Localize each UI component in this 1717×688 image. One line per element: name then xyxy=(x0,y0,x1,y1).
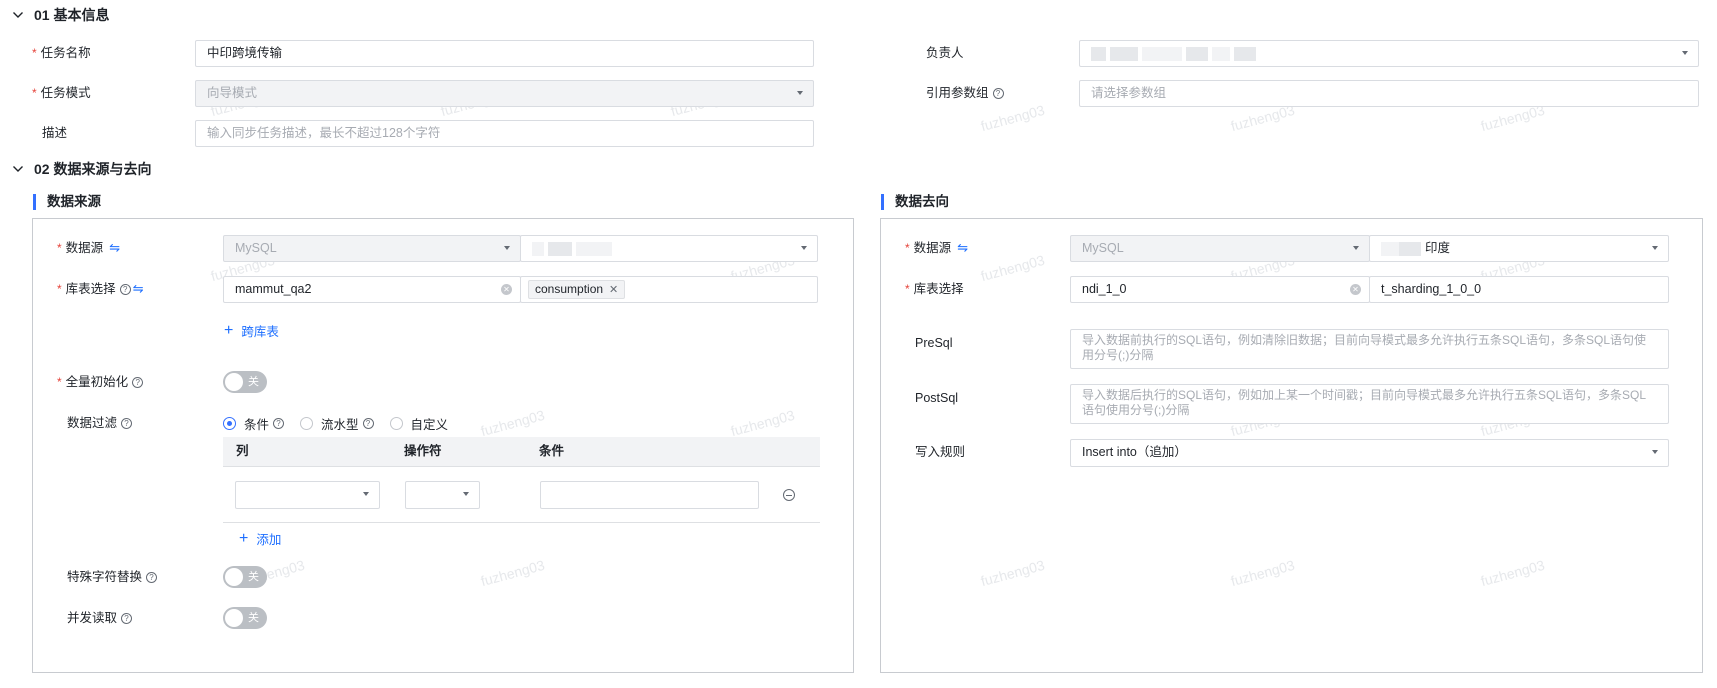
chevron-down-icon xyxy=(1652,450,1658,454)
help-icon[interactable]: ? xyxy=(362,417,374,429)
source-table-select[interactable]: consumption ✕ xyxy=(520,276,818,303)
column-header: 操作符 xyxy=(404,444,442,458)
section-title: 01 基本信息 xyxy=(34,7,110,23)
chevron-down-icon[interactable] xyxy=(12,9,24,21)
postsql-label: PostSql xyxy=(915,391,959,405)
filter-table-divider xyxy=(223,522,820,523)
dest-table-select[interactable]: t_sharding_1_0_0 xyxy=(1369,276,1669,303)
filter-column-select[interactable] xyxy=(235,481,380,509)
help-icon[interactable]: ? xyxy=(119,283,131,295)
filter-operator-select[interactable] xyxy=(405,481,480,509)
swap-icon[interactable]: ⇋ xyxy=(957,237,968,259)
avatar xyxy=(1091,46,1106,61)
desc-label: 描述 xyxy=(42,126,68,140)
section-source-dest-header[interactable]: 02 数据来源与去向 xyxy=(12,159,151,179)
task-name-label: * 任务名称 xyxy=(32,46,91,60)
clear-icon[interactable]: ✕ xyxy=(501,284,512,295)
task-name-input[interactable]: 中印跨境传输 xyxy=(195,40,814,67)
chevron-down-icon xyxy=(504,246,510,250)
plus-icon: + xyxy=(224,321,234,339)
section-title: 02 数据来源与去向 xyxy=(34,161,152,177)
full-init-label: * 全量初始化? xyxy=(57,371,144,393)
write-rule-label: 写入规则 xyxy=(915,445,966,459)
column-header: 条件 xyxy=(539,444,565,458)
help-icon[interactable]: ? xyxy=(121,612,133,624)
task-mode-select[interactable]: 向导模式 xyxy=(195,80,814,107)
dest-title: 数据去向 xyxy=(881,194,949,210)
help-icon[interactable]: ? xyxy=(121,417,133,429)
presql-label: PreSql xyxy=(915,336,953,350)
remove-row-icon[interactable] xyxy=(783,489,795,501)
filter-option-condition[interactable]: 条件? xyxy=(223,414,285,433)
task-mode-label: * 任务模式 xyxy=(32,86,91,100)
param-group-select[interactable]: 请选择参数组 xyxy=(1079,80,1699,107)
filter-option-stream[interactable]: 流水型? xyxy=(300,414,374,433)
dest-datasource-name-select[interactable]: 印度 xyxy=(1369,235,1669,262)
close-icon[interactable]: ✕ xyxy=(609,284,618,296)
source-datasource-type-select[interactable]: MySQL xyxy=(223,235,521,262)
presql-textarea[interactable]: 导入数据前执行的SQL语句，例如清除旧数据；目前向导模式最多允许执行五条SQL语… xyxy=(1070,329,1669,369)
dest-datasource-type-select[interactable]: MySQL xyxy=(1070,235,1370,262)
column-header: 列 xyxy=(236,444,249,458)
swap-icon[interactable]: ⇋ xyxy=(109,237,120,259)
chevron-down-icon xyxy=(1652,246,1658,250)
desc-input[interactable]: 输入同步任务描述，最长不超过128个字符 xyxy=(195,120,814,147)
help-icon[interactable]: ? xyxy=(992,87,1004,99)
source-db-select[interactable]: mammut_qa2 ✕ xyxy=(223,276,521,303)
table-tag: consumption ✕ xyxy=(528,280,626,299)
source-datasource-name-select[interactable] xyxy=(520,235,818,262)
dest-db-select[interactable]: ndi_1_0 ✕ xyxy=(1070,276,1370,303)
concurrent-read-label: 并发读取? xyxy=(67,607,133,629)
source-datasource-label: * 数据源 ⇋ xyxy=(57,237,120,259)
special-char-label: 特殊字符替换? xyxy=(67,566,158,588)
param-group-label: 引用参数组? xyxy=(926,82,1004,104)
concurrent-read-toggle[interactable]: 关 xyxy=(223,607,267,629)
clear-icon[interactable]: ✕ xyxy=(1350,284,1361,295)
source-table-label: * 库表选择? ⇋ xyxy=(57,278,144,300)
chevron-down-icon xyxy=(363,492,369,496)
watermark: fuzheng03 xyxy=(979,101,1047,135)
add-filter-link[interactable]: + 添加 xyxy=(239,529,281,548)
swap-icon[interactable]: ⇋ xyxy=(133,278,144,300)
data-filter-label: 数据过滤? xyxy=(67,412,133,434)
filter-condition-input[interactable] xyxy=(540,481,759,509)
help-icon[interactable]: ? xyxy=(132,376,144,388)
chevron-down-icon xyxy=(1353,246,1359,250)
cross-db-table-link[interactable]: + 跨库表 xyxy=(224,321,279,340)
chevron-down-icon xyxy=(797,91,803,95)
filter-type-radio-group: 条件? 流水型? 自定义 xyxy=(223,414,464,432)
dest-datasource-label: * 数据源 ⇋ xyxy=(905,237,968,259)
chevron-down-icon xyxy=(801,246,807,250)
filter-option-custom[interactable]: 自定义 xyxy=(389,414,448,433)
source-title: 数据来源 xyxy=(33,194,101,210)
chevron-down-icon xyxy=(1682,51,1688,55)
write-rule-select[interactable]: Insert into（追加） xyxy=(1070,439,1669,467)
filter-table-header: 列 操作符 条件 xyxy=(223,437,820,467)
postsql-textarea[interactable]: 导入数据后执行的SQL语句，例如加上某一个时间戳；目前向导模式最多允许执行五条S… xyxy=(1070,384,1669,424)
special-char-toggle[interactable]: 关 xyxy=(223,566,267,588)
help-icon[interactable]: ? xyxy=(146,571,158,583)
owner-label: 负责人 xyxy=(926,46,964,60)
dest-table-label: * 库表选择 xyxy=(905,282,964,296)
owner-select[interactable] xyxy=(1079,40,1699,67)
chevron-down-icon xyxy=(463,492,469,496)
help-icon[interactable]: ? xyxy=(273,417,285,429)
plus-icon: + xyxy=(239,529,249,547)
chevron-down-icon[interactable] xyxy=(12,163,24,175)
full-init-toggle[interactable]: 关 xyxy=(223,371,267,393)
section-basic-info-header[interactable]: 01 基本信息 xyxy=(12,5,109,25)
